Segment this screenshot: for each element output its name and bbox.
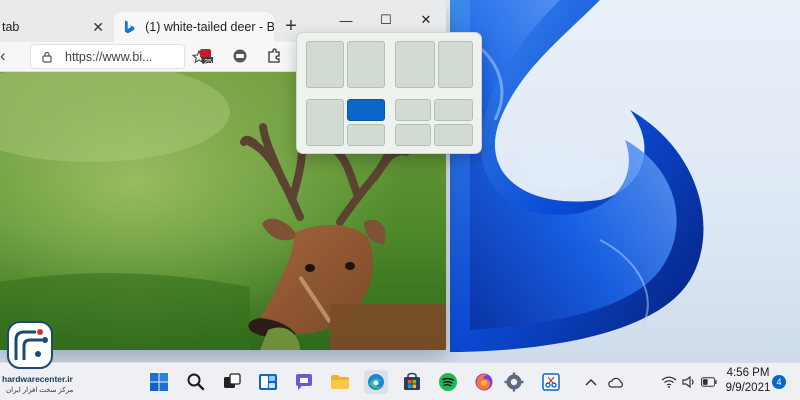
tab-title: tab	[2, 20, 20, 34]
snap-layouts-flyout	[296, 32, 482, 154]
url-text: https://www.bi...	[65, 49, 153, 64]
watermark-logo: hardwarecenter.ir مرکز سخت افزار ایران	[0, 316, 74, 400]
start-icon[interactable]	[147, 370, 171, 394]
search-icon[interactable]	[184, 370, 208, 394]
snap-zone-left-column[interactable]	[306, 99, 344, 146]
volume-icon[interactable]	[681, 375, 697, 389]
wifi-icon[interactable]	[661, 375, 677, 389]
clock[interactable]: 4:56 PM 9/9/2021	[722, 366, 774, 396]
tracking-prevention-icon[interactable]	[232, 48, 248, 64]
snap-zone-bottom-right[interactable]	[347, 124, 385, 146]
address-bar[interactable]: https://www.bi...	[30, 44, 208, 69]
tab-title: (1) white-tailed deer - Bin	[145, 20, 274, 34]
widgets-icon[interactable]	[256, 370, 280, 394]
hardwarecenter-logo-icon	[7, 321, 53, 369]
lock-icon	[42, 51, 52, 63]
clock-date: 9/9/2021	[725, 382, 771, 394]
extensions-puzzle-icon[interactable]	[266, 48, 282, 64]
watermark-site: hardwarecenter.ir	[2, 374, 73, 384]
watermark-tagline: مرکز سخت افزار ایران	[6, 387, 74, 394]
extension-badge: 25	[203, 57, 213, 66]
snap-zone-left-half[interactable]	[306, 41, 344, 88]
edge-icon[interactable]	[364, 370, 388, 394]
chat-icon[interactable]	[292, 370, 316, 394]
firefox-icon[interactable]	[472, 370, 496, 394]
file-explorer-icon[interactable]	[328, 370, 352, 394]
spotify-icon[interactable]	[436, 370, 460, 394]
snap-zone-top-right-active[interactable]	[347, 99, 385, 121]
battery-icon[interactable]	[701, 375, 717, 389]
back-icon[interactable]: ‹	[0, 46, 6, 66]
clock-time: 4:56 PM	[726, 367, 770, 379]
notification-badge[interactable]: 4	[772, 375, 786, 389]
onedrive-cloud-icon[interactable]	[608, 375, 624, 389]
tab-previous[interactable]: tab ✕	[0, 12, 112, 42]
close-tab-icon[interactable]: ✕	[92, 19, 104, 36]
taskbar: 4:56 PM 9/9/2021 4	[0, 362, 800, 400]
chevron-up-icon[interactable]	[583, 375, 599, 389]
snap-zone-quad-top-left[interactable]	[395, 99, 431, 121]
task-view-icon[interactable]	[220, 370, 244, 394]
snap-zone-quad-bottom-right[interactable]	[434, 124, 473, 146]
snap-zone-quad-top-right[interactable]	[434, 99, 473, 121]
snipping-tool-icon[interactable]	[539, 370, 563, 394]
snap-zone-right-half[interactable]	[347, 41, 385, 88]
snap-zone-quad-bottom-left[interactable]	[395, 124, 431, 146]
snap-zone-wide-left[interactable]	[395, 41, 435, 88]
tab-active[interactable]: (1) white-tailed deer - Bin	[114, 12, 274, 42]
store-icon[interactable]	[400, 370, 424, 394]
snap-zone-narrow-right[interactable]	[438, 41, 473, 88]
settings-gear-icon[interactable]	[502, 370, 526, 394]
bing-icon	[124, 20, 135, 34]
